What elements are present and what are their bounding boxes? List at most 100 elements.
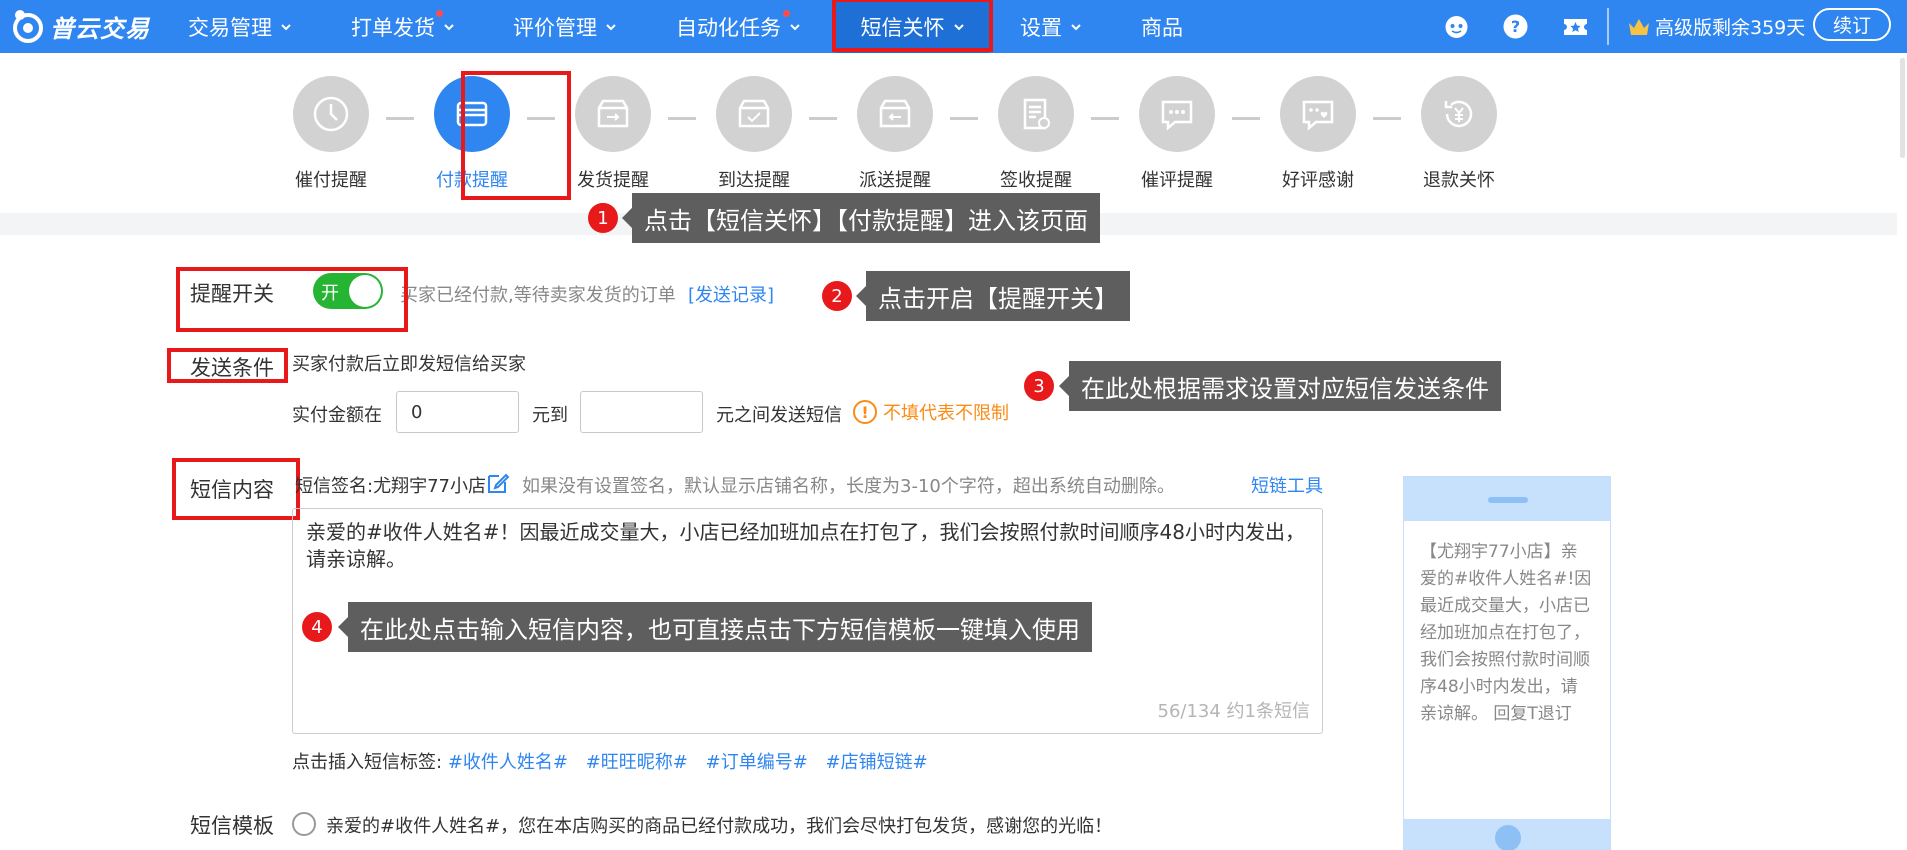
callout-tooltip: 点击【短信关怀】【付款提醒】进入该页面 [622, 193, 1100, 243]
step-label: 退款关怀 [1423, 170, 1495, 191]
nav-settings[interactable]: 设置 [1020, 0, 1082, 53]
sms-signature: 短信签名:尤翔宇77小店 [295, 476, 486, 497]
brand-logo[interactable]: 普云交易 [10, 6, 150, 46]
phone-speaker [1488, 497, 1528, 503]
chevron-down-icon [444, 23, 454, 30]
step-connector [386, 117, 414, 120]
step-card[interactable]: 付款提醒 [427, 76, 517, 192]
step-clock[interactable]: 催付提醒 [286, 76, 376, 192]
tag-shop-short-link[interactable]: #店铺短链# [826, 752, 928, 773]
tag-wangwang-nick[interactable]: #旺旺昵称# [586, 752, 688, 773]
nav-label: 评价管理 [513, 15, 597, 40]
nav-label: 商品 [1141, 15, 1183, 40]
step-label: 付款提醒 [436, 170, 508, 191]
nav-label: 打单发货 [351, 15, 435, 40]
step-arrive-box[interactable]: 到达提醒 [709, 76, 799, 192]
robot-icon[interactable] [1443, 13, 1470, 40]
step-label: 派送提醒 [859, 170, 931, 191]
brand-name: 普云交易 [50, 14, 150, 43]
callout-badge: 2 [822, 281, 852, 311]
insert-tags: 点击插入短信标签: #收件人姓名# #旺旺昵称# #订单编号# #店铺短链# [292, 748, 940, 774]
nav-label: 自动化任务 [676, 15, 781, 40]
divider [1607, 8, 1609, 45]
cloud-logo-icon [13, 10, 43, 43]
chevron-down-icon [606, 23, 616, 30]
step-label: 好评感谢 [1282, 170, 1354, 191]
amount-mid-text: 元到 [532, 405, 568, 426]
step-sign-doc[interactable]: 签收提醒 [991, 76, 1081, 192]
phone-home-button [1495, 825, 1521, 850]
card-icon [434, 76, 510, 152]
notification-dot [436, 10, 443, 17]
step-connector [1091, 117, 1119, 120]
nav-print-ship[interactable]: 打单发货 [351, 0, 455, 53]
callout-tooltip: 在此处点击输入短信内容，也可直接点击下方短信模板一键填入使用 [338, 602, 1092, 652]
tag-receiver-name[interactable]: #收件人姓名# [448, 752, 568, 773]
heart-chat-icon [1280, 76, 1356, 152]
chat-icon [1139, 76, 1215, 152]
reminder-toggle[interactable]: 开 [313, 273, 383, 309]
chevron-down-icon [790, 23, 800, 30]
scrollbar[interactable] [1897, 53, 1907, 850]
edit-icon[interactable] [486, 471, 510, 495]
amount-hint-text: 不填代表不限制 [883, 403, 1009, 424]
chevron-down-icon [281, 23, 291, 30]
renew-button[interactable]: 续订 [1813, 8, 1891, 41]
step-refund[interactable]: 退款关怀 [1414, 76, 1504, 192]
nav-automation-tasks[interactable]: 自动化任务 [676, 0, 801, 53]
nav-products[interactable]: 商品 [1141, 0, 1183, 53]
callout-badge: 3 [1024, 371, 1054, 401]
crown-icon [1629, 18, 1649, 35]
short-link-tool[interactable]: 短链工具 [1251, 472, 1323, 498]
step-connector [668, 117, 696, 120]
toggle-state-text: 开 [321, 283, 339, 304]
callout-tooltip: 点击开启【提醒开关】 [856, 271, 1130, 321]
step-label: 到达提醒 [718, 170, 790, 191]
svg-text:?: ? [1511, 17, 1520, 36]
step-deliver-box[interactable]: 派送提醒 [850, 76, 940, 192]
amount-max-input[interactable] [580, 391, 703, 433]
callout-badge: 4 [302, 612, 332, 642]
step-connector [809, 117, 837, 120]
sms-preview-phone: 【尤翔宇77小店】亲爱的#收件人姓名#!因最近成交量大，小店已经加班加点在打包了… [1403, 476, 1611, 850]
reminder-switch-label: 提醒开关 [190, 282, 274, 306]
amount-min-input[interactable]: 0 [396, 391, 519, 433]
phone-top-bar [1404, 477, 1610, 521]
switch-description: 买家已经付款,等待卖家发货的订单 [400, 285, 676, 306]
callout-tooltip: 在此处根据需求设置对应短信发送条件 [1059, 361, 1501, 411]
send-condition-label: 发送条件 [190, 356, 274, 380]
insert-tags-label: 点击插入短信标签: [292, 752, 443, 773]
step-heart-chat[interactable]: 好评感谢 [1273, 76, 1363, 192]
amount-prefix: 实付金额在 [292, 405, 382, 426]
sms-preview-text: 【尤翔宇77小店】亲爱的#收件人姓名#!因最近成交量大，小店已经加班加点在打包了… [1420, 542, 1592, 724]
tag-order-number[interactable]: #订单编号# [706, 752, 808, 773]
sms-char-counter: 56/134 约1条短信 [1157, 701, 1311, 722]
callout-badge: 1 [588, 203, 618, 233]
step-connector [527, 117, 555, 120]
scrollbar-thumb[interactable] [1900, 58, 1905, 158]
nav-label: 短信关怀 [860, 15, 945, 40]
template-radio[interactable] [292, 812, 316, 836]
nav-review-management[interactable]: 评价管理 [513, 0, 617, 53]
notification-dot [783, 10, 790, 17]
step-chat[interactable]: 催评提醒 [1132, 76, 1222, 192]
sign-doc-icon [998, 76, 1074, 152]
nav-label: 交易管理 [188, 15, 272, 40]
nav-sms-care[interactable]: 短信关怀 [836, 0, 989, 53]
step-label: 发货提醒 [577, 170, 649, 191]
help-icon[interactable]: ? [1502, 13, 1529, 40]
vip-status: 高级版剩余359天 [1627, 0, 1805, 53]
send-log-link[interactable]: [发送记录] [688, 281, 774, 307]
step-label: 催付提醒 [295, 170, 367, 191]
vip-remaining-text: 高级版剩余359天 [1655, 17, 1806, 39]
ticket-icon[interactable] [1562, 13, 1589, 40]
step-ship-box[interactable]: 发货提醒 [568, 76, 658, 192]
template-option-text[interactable]: 亲爱的#收件人姓名#，您在本店购买的商品已经付款成功，我们会尽快打包发货，感谢您… [326, 812, 1112, 838]
clock-icon [293, 76, 369, 152]
ship-box-icon [575, 76, 651, 152]
phone-bottom-bar [1404, 819, 1610, 850]
deliver-box-icon [857, 76, 933, 152]
nav-trade-management[interactable]: 交易管理 [188, 0, 292, 53]
toggle-knob [349, 275, 381, 307]
chevron-down-icon [1071, 23, 1081, 30]
